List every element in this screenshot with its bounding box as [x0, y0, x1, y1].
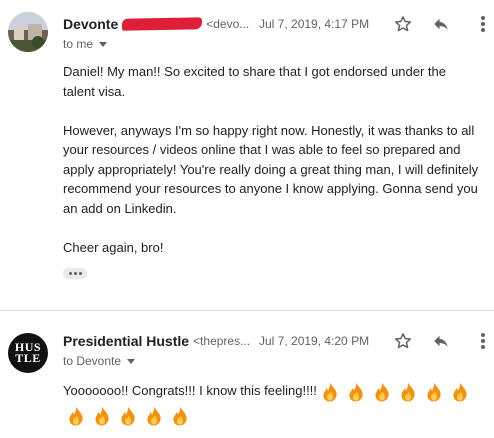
- sender-email: <thepres...: [193, 334, 251, 348]
- sender-row: Presidential Hustle <thepres...: [63, 331, 250, 351]
- fire-emoji: [369, 382, 395, 402]
- recipient-label: to me: [63, 37, 94, 51]
- redaction-mark: [122, 17, 203, 31]
- chevron-down-icon[interactable]: [99, 41, 108, 47]
- fire-emoji: [115, 406, 141, 426]
- sender-name[interactable]: Devonte: [63, 16, 118, 32]
- fire-emoji: [141, 406, 167, 426]
- avatar-photo: [8, 12, 48, 52]
- more-options-button[interactable]: [470, 11, 494, 37]
- reply-button[interactable]: [428, 328, 454, 354]
- fire-emoji: [447, 382, 473, 402]
- recipient-label: to Devonte: [63, 354, 122, 368]
- sent-date[interactable]: Jul 7, 2019, 4:17 PM: [259, 17, 369, 31]
- fire-emoji: [89, 406, 115, 426]
- fire-emoji-row: [63, 406, 193, 426]
- fire-emoji: [395, 382, 421, 402]
- star-button[interactable]: [390, 328, 416, 354]
- message-divider: [0, 310, 494, 311]
- fire-emoji-row: [317, 382, 473, 402]
- reply-arrow-icon: [434, 335, 448, 347]
- fire-emoji: [343, 382, 369, 402]
- message-body: Yooooooo!! Congrats!!! I know this feeli…: [63, 383, 317, 398]
- sender-email: <devo...: [206, 17, 250, 31]
- body-paragraph: Daniel! My man!! So excited to share tha…: [63, 64, 446, 99]
- reply-arrow-icon: [434, 18, 448, 30]
- recipient-row[interactable]: to Devonte: [63, 354, 136, 368]
- email-thread: Devonte <devo... Jul 7, 2019, 4:17 PM to…: [0, 0, 494, 438]
- fire-emoji: [167, 406, 193, 426]
- reply-button[interactable]: [428, 11, 454, 37]
- show-trimmed-content-button[interactable]: [63, 268, 87, 279]
- avatar[interactable]: HUS TLE: [8, 333, 48, 373]
- star-outline-icon: [394, 16, 412, 32]
- star-button[interactable]: [390, 11, 416, 37]
- more-options-button[interactable]: [470, 328, 494, 354]
- avatar-text: TLE: [15, 351, 41, 365]
- fire-emoji: [317, 382, 343, 402]
- fire-emoji: [421, 382, 447, 402]
- sender-name[interactable]: Presidential Hustle: [63, 333, 189, 349]
- sent-date[interactable]: Jul 7, 2019, 4:20 PM: [259, 334, 369, 348]
- fire-emoji: [63, 406, 89, 426]
- message-1: Devonte <devo... Jul 7, 2019, 4:17 PM to…: [0, 0, 494, 310]
- avatar[interactable]: [8, 12, 48, 52]
- star-outline-icon: [394, 333, 412, 349]
- chevron-down-icon[interactable]: [127, 358, 136, 364]
- body-paragraph: However, anyways I'm so happy right now.…: [63, 122, 479, 216]
- more-vertical-icon: [481, 16, 485, 32]
- sender-row: Devonte <devo...: [63, 14, 249, 34]
- message-body: Daniel! My man!! So excited to share tha…: [63, 62, 481, 257]
- body-paragraph: Cheer again, bro!: [63, 239, 164, 255]
- recipient-row[interactable]: to me: [63, 37, 108, 51]
- more-vertical-icon: [481, 333, 485, 349]
